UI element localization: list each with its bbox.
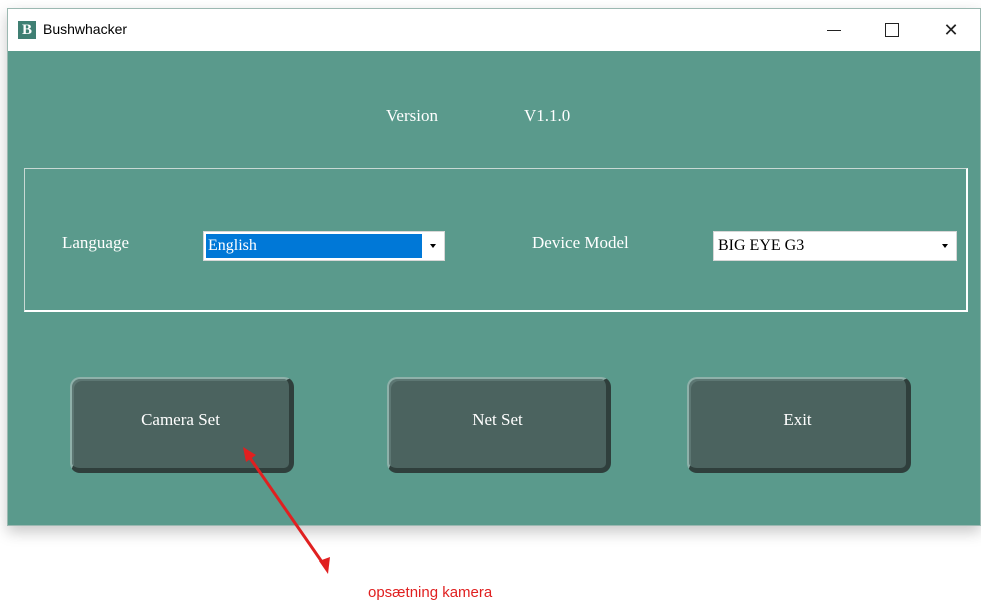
minimize-button[interactable]	[808, 9, 860, 51]
exit-button[interactable]: Exit	[687, 377, 911, 473]
window-title: Bushwhacker	[43, 21, 128, 37]
app-icon: B	[18, 21, 36, 39]
dropdown-arrow-button[interactable]	[423, 233, 443, 259]
dropdown-arrow-button[interactable]	[935, 233, 955, 259]
minimize-icon	[827, 29, 841, 31]
camera-set-button[interactable]: Camera Set	[70, 377, 294, 473]
maximize-icon	[885, 23, 899, 37]
net-set-button[interactable]: Net Set	[387, 377, 611, 473]
chevron-down-icon	[942, 244, 948, 248]
version-label: Version	[386, 106, 438, 125]
title-bar: B Bushwhacker ✕	[8, 9, 980, 51]
main-panel: Version V1.1.0 Language English Device M…	[8, 51, 980, 525]
device-model-label: Device Model	[532, 233, 629, 252]
chevron-down-icon	[430, 244, 436, 248]
close-button[interactable]: ✕	[925, 9, 977, 51]
close-icon: ✕	[943, 19, 959, 41]
language-dropdown[interactable]: English	[203, 231, 445, 261]
language-selected-value: English	[206, 234, 422, 258]
device-model-selected-value: BIG EYE G3	[718, 237, 805, 254]
version-value: V1.1.0	[524, 106, 571, 125]
device-model-dropdown[interactable]: BIG EYE G3	[713, 231, 957, 261]
annotation-arrow-head-bottom	[319, 557, 330, 574]
annotation-text: opsætning kamera	[368, 584, 493, 601]
maximize-button[interactable]	[866, 9, 918, 51]
language-label: Language	[62, 233, 130, 252]
app-window: B Bushwhacker ✕ Version V1.1.0 Language …	[7, 8, 981, 526]
